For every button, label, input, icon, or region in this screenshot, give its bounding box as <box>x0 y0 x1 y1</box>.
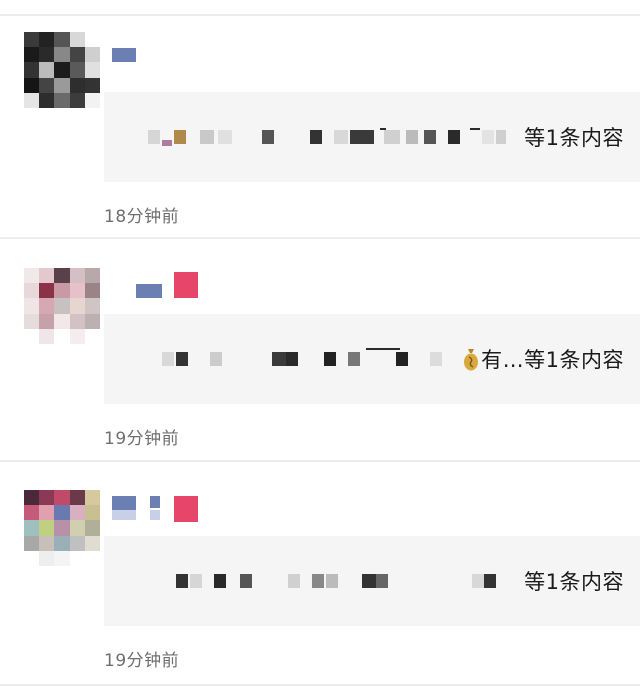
comment-summary: 等1条内容 <box>524 122 624 152</box>
timestamp: 19分钟前 <box>104 429 180 449</box>
blurred-mark <box>380 128 386 130</box>
divider <box>0 14 640 16</box>
summary-prefix: 有… <box>481 348 525 372</box>
blurred-mark <box>470 128 480 130</box>
divider <box>0 237 640 239</box>
blurred-content <box>148 352 508 368</box>
avatar[interactable] <box>24 268 100 344</box>
notification-feed: 等1条内容 18分钟前 有…等1条内容 19分钟前 等1条内容 19分钟前 <box>0 0 640 687</box>
divider <box>0 684 640 686</box>
comment-bubble[interactable]: 有…等1条内容 <box>104 314 640 404</box>
avatar[interactable] <box>24 490 100 566</box>
comment-bubble[interactable]: 等1条内容 <box>104 92 640 182</box>
username-blurred[interactable] <box>136 272 198 298</box>
avatar[interactable] <box>24 32 100 108</box>
divider <box>0 460 640 462</box>
summary-text: 等1条内容 <box>524 126 624 150</box>
money-bag-icon <box>464 349 479 371</box>
summary-text: 等1条内容 <box>524 570 624 594</box>
timestamp: 19分钟前 <box>104 651 180 671</box>
blurred-mark <box>366 348 400 350</box>
comment-bubble[interactable]: 等1条内容 <box>104 536 640 626</box>
summary-text: 等1条内容 <box>524 348 624 372</box>
blurred-content <box>148 130 508 146</box>
comment-summary: 等1条内容 <box>524 566 624 596</box>
username-blurred-line2 <box>112 510 160 530</box>
username-blurred[interactable] <box>112 48 136 68</box>
comment-summary: 有…等1条内容 <box>463 344 624 374</box>
timestamp: 18分钟前 <box>104 207 180 227</box>
blurred-content <box>148 574 508 590</box>
